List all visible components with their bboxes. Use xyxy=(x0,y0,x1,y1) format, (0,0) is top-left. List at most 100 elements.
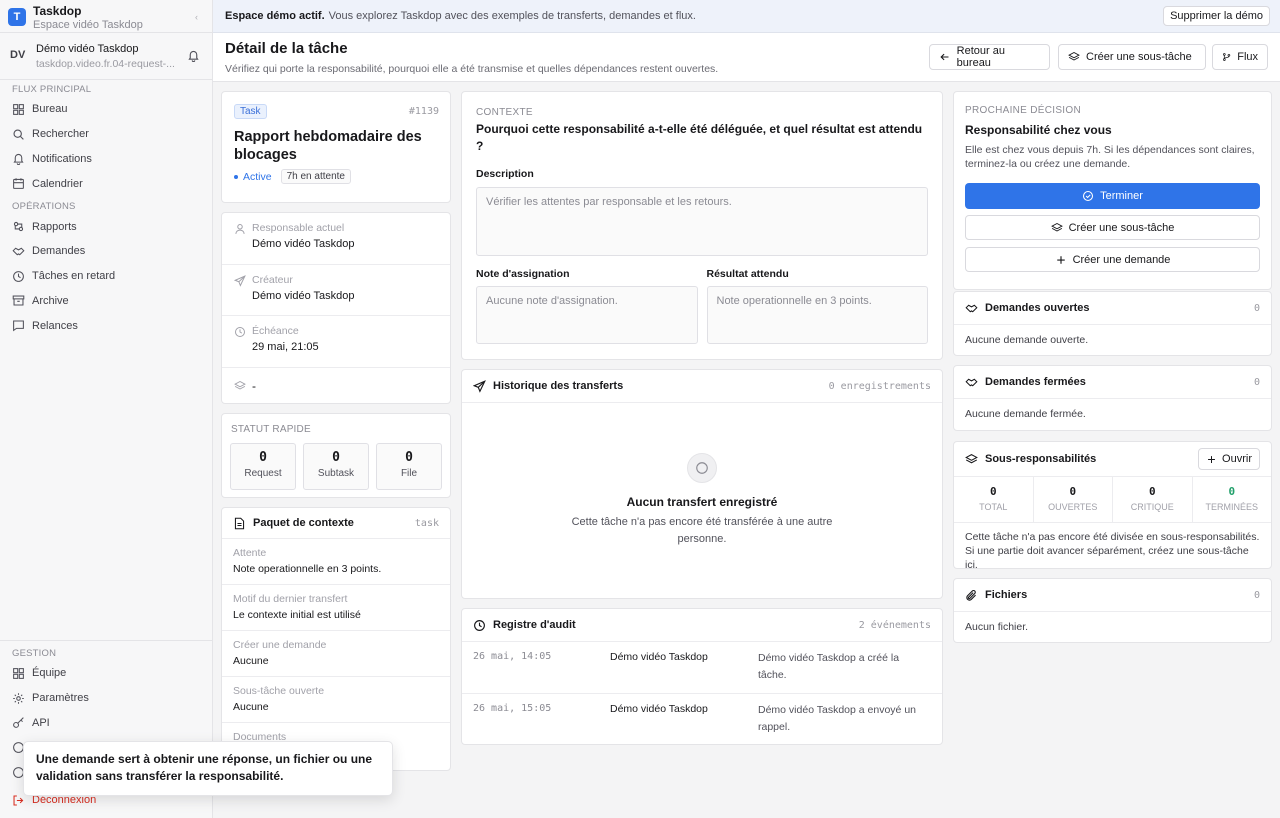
sidebar-item-relances[interactable]: Relances xyxy=(0,313,212,338)
handshake-icon xyxy=(965,304,978,312)
quick-status-file[interactable]: 0 File xyxy=(376,443,442,490)
audit-count: 2 événements xyxy=(858,619,931,631)
sidebar-item-parametres[interactable]: Paramètres xyxy=(0,686,212,711)
create-request-button[interactable]: Créer une demande xyxy=(965,247,1260,272)
context-value: Aucune xyxy=(233,701,269,713)
sidebar-item-archive[interactable]: Archive xyxy=(0,289,212,314)
meta-label: Créateur xyxy=(252,273,293,286)
status-badge: Active xyxy=(243,170,272,183)
finish-button[interactable]: Terminer xyxy=(965,183,1260,209)
message-icon xyxy=(13,320,24,332)
empty-state-icon xyxy=(687,453,717,483)
nav-section-ops: OPÉRATIONS xyxy=(12,201,76,213)
open-sub-resp-button[interactable]: Ouvrir xyxy=(1198,448,1260,470)
flow-button[interactable]: Flux xyxy=(1212,44,1268,70)
transfer-history-header: Historique des transferts 0 enregistreme… xyxy=(462,370,942,403)
context-row: Motif du dernier transfert Le contexte i… xyxy=(222,585,450,631)
sidebar-item-label: Relances xyxy=(32,319,78,332)
workspace-switcher[interactable]: T Taskdop Espace vidéo Taskdop ‹ xyxy=(0,0,212,33)
audit-desc: Démo vidéo Taskdop a envoyé un rappel. xyxy=(758,704,916,733)
open-requests-header: Demandes ouvertes 0 xyxy=(954,292,1271,325)
task-id: #1139 xyxy=(408,106,439,117)
stat-total: 0 TOTAL xyxy=(954,477,1034,522)
bell-icon[interactable] xyxy=(187,49,200,65)
audit-date: 26 mai, 15:05 xyxy=(473,703,552,714)
quick-status-subtask[interactable]: 0 Subtask xyxy=(303,443,369,490)
files-card: Fichiers 0 Aucun fichier. xyxy=(953,578,1272,643)
layers-icon xyxy=(234,380,246,390)
layers-icon xyxy=(1068,51,1080,61)
files-count: 0 xyxy=(1253,589,1260,601)
banner-text: Vous explorez Taskdop avec des exemples … xyxy=(328,10,696,22)
logout-label: Déconnexion xyxy=(32,794,97,807)
qs-number: 0 xyxy=(332,450,340,465)
team-icon xyxy=(13,667,24,679)
sidebar-item-label: Archive xyxy=(32,294,69,307)
closed-requests-count: 0 xyxy=(1253,376,1260,388)
sidebar-item-rapports[interactable]: Rapports xyxy=(0,214,212,239)
description-field[interactable]: Vérifier les attentes par responsable et… xyxy=(476,187,928,256)
create-request-label: Créer une demande xyxy=(1072,253,1171,266)
context-pack-card: Paquet de contexte task Attente Note ope… xyxy=(221,507,451,771)
sub-resp-text: Cette tâche n'a pas encore été divisée e… xyxy=(965,531,1260,569)
audit-log-card: Registre d'audit 2 événements 26 mai, 14… xyxy=(461,608,943,745)
context-pack-tag: task xyxy=(414,517,439,529)
sub-resp-header: Sous-responsabilités Ouvrir xyxy=(954,442,1271,477)
user-email: taskdop.video.fr.04-request-... xyxy=(36,58,175,70)
stat-open: 0 OUVERTES xyxy=(1034,477,1113,522)
task-type-badge: Task xyxy=(234,104,267,119)
back-to-desk-button[interactable]: Retour au bureau xyxy=(929,44,1050,70)
meta-label: Échéance xyxy=(252,325,299,337)
context-pack-title: Paquet de contexte xyxy=(253,517,354,529)
expected-result-field[interactable]: Note operationnelle en 3 points. xyxy=(706,286,928,344)
sidebar-item-calendrier[interactable]: Calendrier xyxy=(0,171,212,196)
sidebar-item-label: API xyxy=(32,716,50,729)
context-row: Attente Note operationnelle en 3 points. xyxy=(222,539,450,585)
paperclip-icon xyxy=(966,589,976,601)
sidebar-item-taches-en-retard[interactable]: Tâches en retard xyxy=(0,264,212,289)
sidebar-item-label: Paramètres xyxy=(32,692,89,705)
empty-state-text: Cette tâche n'a pas encore été transféré… xyxy=(571,516,833,545)
document-icon xyxy=(234,517,245,529)
qs-label: Request xyxy=(244,468,282,479)
sidebar-item-bureau[interactable]: Bureau xyxy=(0,97,212,122)
qs-label: File xyxy=(400,468,418,479)
quick-status-request[interactable]: 0 Request xyxy=(230,443,296,490)
sidebar-item-rechercher[interactable]: Rechercher xyxy=(0,122,212,147)
context-value: Le contexte initial est utilisé xyxy=(233,609,361,621)
sidebar-item-api[interactable]: API xyxy=(0,711,212,736)
clock-icon xyxy=(235,327,245,337)
plus-icon xyxy=(1056,255,1065,264)
create-subtask-header-button[interactable]: Créer une sous-tâche xyxy=(1058,44,1206,70)
sidebar: T Taskdop Espace vidéo Taskdop ‹ DV Démo… xyxy=(0,0,213,818)
sidebar-item-notifications[interactable]: Notifications xyxy=(0,147,212,172)
context-section-label: CONTEXTE xyxy=(476,107,533,118)
open-requests-count: 0 xyxy=(1253,302,1260,314)
delete-demo-button[interactable]: Supprimer la démo xyxy=(1163,6,1270,26)
assignment-note-field[interactable]: Aucune note d'assignation. xyxy=(476,286,698,344)
audit-desc: Démo vidéo Taskdop a créé la tâche. xyxy=(758,652,900,681)
check-circle-icon xyxy=(1083,190,1094,202)
open-requests-title: Demandes ouvertes xyxy=(985,302,1090,314)
chevron-icon: ‹ xyxy=(195,12,198,22)
open-sub-resp-label: Ouvrir xyxy=(1222,453,1252,465)
empty-state-title: Aucun transfert enregistré xyxy=(626,495,778,509)
sub-responsibilities-card: Sous-responsabilités Ouvrir 0 TOTAL 0 OU… xyxy=(953,441,1272,569)
status-dot xyxy=(234,174,238,179)
search-icon xyxy=(13,129,24,140)
sidebar-item-label: Bureau xyxy=(32,103,68,116)
task-meta-card: Responsable actuel Démo vidéo Taskdop Cr… xyxy=(221,212,451,404)
sidebar-item-demandes[interactable]: Demandes xyxy=(0,239,212,264)
sidebar-item-equipe[interactable]: Équipe xyxy=(0,661,212,686)
user-name: Démo vidéo Taskdop xyxy=(36,43,139,55)
create-subtask-button[interactable]: Créer une sous-tâche xyxy=(965,215,1260,240)
meta-label: Responsable actuel xyxy=(252,222,345,234)
context-value: Note operationnelle en 3 points. xyxy=(233,563,382,575)
meta-row-creator: Créateur Démo vidéo Taskdop xyxy=(222,265,450,316)
layers-icon xyxy=(965,453,978,463)
gear-icon xyxy=(13,692,24,704)
sidebar-item-label: Notifications xyxy=(32,152,92,165)
banner-strong: Espace démo actif. xyxy=(225,10,325,22)
user-profile[interactable]: DV Démo vidéo Taskdop taskdop.video.fr.0… xyxy=(0,33,212,80)
closed-requests-header: Demandes fermées 0 xyxy=(954,366,1271,399)
